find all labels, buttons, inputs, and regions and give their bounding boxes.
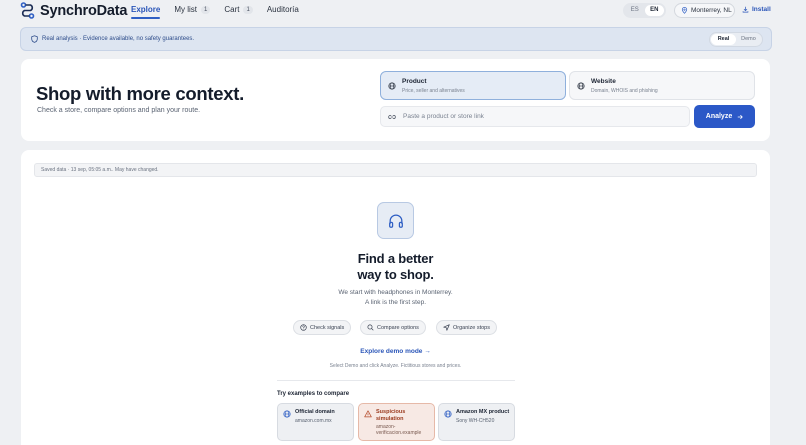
example-card-official-domain[interactable]: Official domain amazon.com.mx <box>277 403 354 441</box>
app-name: SynchroData <box>40 2 128 19</box>
nav-explore[interactable]: Explore <box>131 5 161 19</box>
example-sub: amazon.com.mx <box>295 417 332 424</box>
install-button[interactable]: Install <box>742 6 771 13</box>
example-sub: Sony WH-CH520 <box>456 417 495 424</box>
hero-subtitle: Check a store, compare options and plan … <box>37 107 201 114</box>
globe-icon <box>444 410 452 418</box>
main-nav: Explore My list 1 Cart 1 Auditoría <box>131 5 313 19</box>
hero-card: Shop with more context. Check a store, c… <box>21 59 770 141</box>
main-title-line2: way to shop. <box>357 267 434 282</box>
main-desc-line2: A link is the first step. <box>364 299 427 306</box>
example-card-amazon-mx-product[interactable]: Amazon MX product Sony WH-CH520 <box>438 403 515 441</box>
chip-organize-stops[interactable]: Organize stops <box>436 320 497 335</box>
examples-title: Try examples to compare <box>277 391 350 397</box>
location-label: Monterrey, NL <box>691 7 732 14</box>
arrow-right-icon: → <box>424 348 431 355</box>
chip-label: Compare options <box>377 324 419 331</box>
count-badge: 1 <box>201 5 211 14</box>
nav-cart[interactable]: Cart 1 <box>224 5 253 14</box>
install-label: Install <box>752 6 771 13</box>
example-sub: amazon-verificacion.example <box>376 424 422 436</box>
chip-check-signals[interactable]: Check signals <box>293 320 352 335</box>
example-card-suspicious-simulation[interactable]: Suspicious simulation amazon-verificacio… <box>358 403 435 441</box>
lang-option-en[interactable]: EN <box>644 5 664 16</box>
nav-label: Explore <box>131 5 161 14</box>
mode-option-real[interactable]: Real <box>711 34 736 45</box>
type-title: Website <box>591 77 616 85</box>
type-subtitle: Domain, WHOIS and phishing <box>591 87 658 94</box>
divider <box>277 380 515 381</box>
download-icon <box>742 6 749 13</box>
link-icon <box>388 114 396 119</box>
hero-title: Shop with more context. <box>36 83 244 104</box>
nav-label: My list <box>174 5 198 14</box>
example-name: Official domain <box>295 409 335 415</box>
nav-my-list[interactable]: My list 1 <box>174 5 211 14</box>
headphones-icon <box>388 214 403 228</box>
synchro-logo-icon <box>20 2 35 19</box>
count-badge: 1 <box>243 5 253 14</box>
arrow-right-icon <box>737 114 744 119</box>
type-option-product[interactable]: Product Price, seller and alternatives <box>380 71 566 100</box>
link-input[interactable] <box>403 113 663 120</box>
language-toggle: ES EN <box>623 3 666 18</box>
analyze-label: Analyze <box>705 113 733 120</box>
question-circle-icon <box>300 324 307 331</box>
shield-icon <box>31 35 38 43</box>
analysis-mode-banner: Real analysis · Evidence available, no s… <box>20 27 772 51</box>
nav-label: Auditoría <box>266 5 299 14</box>
chip-compare-options[interactable]: Compare options <box>360 320 426 335</box>
chip-label: Check signals <box>310 324 345 331</box>
main-title-line1: Find a better <box>357 251 434 266</box>
search-icon <box>367 324 374 331</box>
main-desc-line1: We start with headphones in Monterrey. <box>338 289 453 296</box>
navigation-arrow-icon <box>443 324 450 331</box>
warning-triangle-icon <box>364 410 372 418</box>
mode-option-demo[interactable]: Demo <box>736 34 761 45</box>
location-selector[interactable]: Monterrey, NL <box>674 3 735 18</box>
chip-label: Organize stops <box>453 324 490 331</box>
type-title: Product <box>402 77 427 85</box>
saved-data-note: Saved data · 13 sep, 05:05 a.m.. May hav… <box>34 163 757 177</box>
type-option-website[interactable]: Website Domain, WHOIS and phishing <box>569 71 755 100</box>
example-name: Suspicious simulation <box>376 409 406 422</box>
location-pin-icon <box>681 7 688 14</box>
globe-icon <box>283 410 291 418</box>
lang-option-es[interactable]: ES <box>625 5 645 16</box>
globe-icon <box>577 81 585 90</box>
banner-text: Real analysis · Evidence available, no s… <box>42 36 195 42</box>
example-name: Amazon MX product <box>456 409 510 415</box>
demo-link-label: Explore demo mode <box>360 348 423 355</box>
mode-toggle: Real Demo <box>709 32 763 47</box>
app-logo[interactable]: SynchroData <box>20 2 127 19</box>
nav-label: Cart <box>224 5 240 14</box>
type-subtitle: Price, seller and alternatives <box>402 87 465 94</box>
globe-icon <box>388 81 396 90</box>
top-bar: SynchroData Explore My list 1 Cart 1 Aud… <box>0 0 806 22</box>
analyze-button[interactable]: Analyze <box>694 105 755 128</box>
link-input-wrapper <box>380 106 690 127</box>
headphones-icon-tile <box>377 202 414 239</box>
explore-demo-link[interactable]: Explore demo mode → <box>21 348 770 355</box>
nav-auditoria[interactable]: Auditoría <box>267 5 299 14</box>
demo-note: Select Demo and click Analyze. Fictitiou… <box>329 363 462 369</box>
main-card: Saved data · 13 sep, 05:05 a.m.. May hav… <box>21 150 770 445</box>
